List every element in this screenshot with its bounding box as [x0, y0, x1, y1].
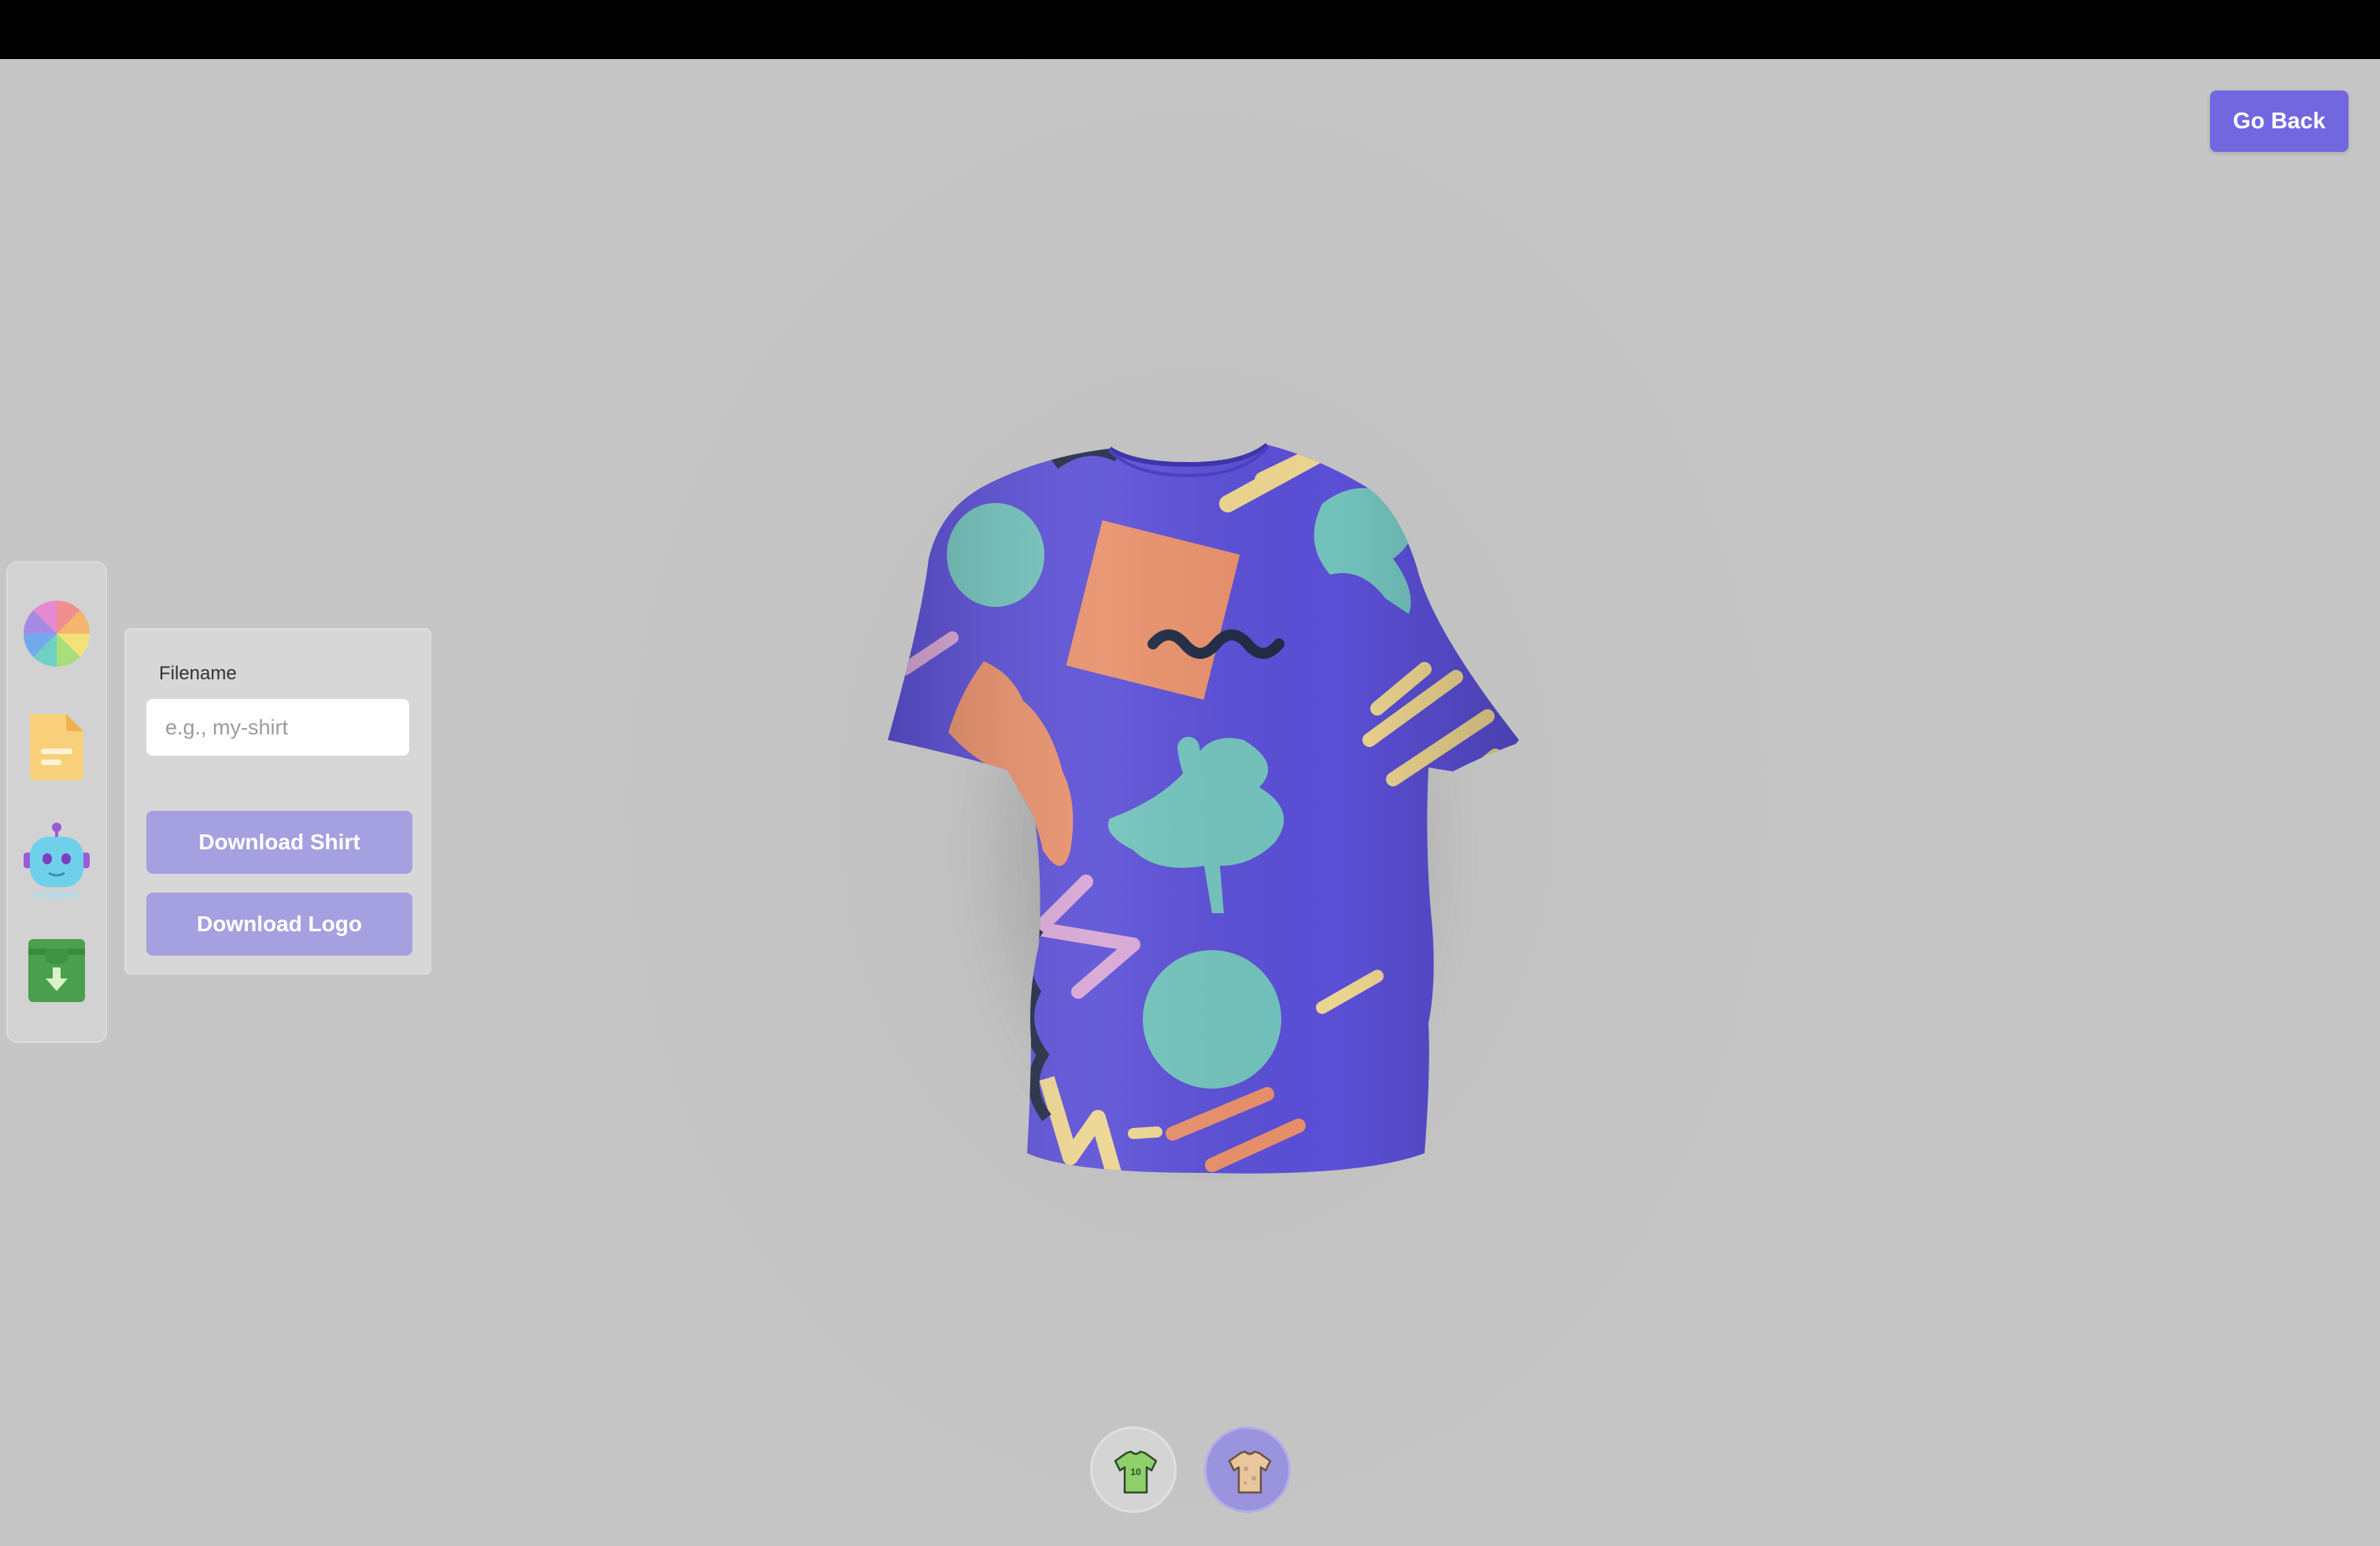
download-box-icon	[28, 939, 85, 1002]
filename-label: Filename	[159, 663, 237, 684]
tab-color-picker[interactable]	[22, 596, 91, 671]
tab-download[interactable]	[22, 931, 91, 1007]
download-panel: Filename Download Shirt Download Logo	[124, 628, 431, 975]
color-wheel-icon	[23, 601, 90, 667]
tshirt-logo-icon: 10	[1114, 1450, 1158, 1494]
top-bar	[0, 0, 2380, 59]
tab-ai-picker[interactable]	[22, 821, 91, 898]
editor-tabs	[6, 561, 107, 1043]
filename-input[interactable]	[146, 699, 409, 756]
robot-icon	[24, 823, 90, 898]
tshirt-model[interactable]	[874, 441, 1535, 1189]
tshirt-texture-icon	[1228, 1450, 1272, 1494]
tab-file-picker[interactable]	[22, 708, 91, 783]
filter-full-shirt[interactable]	[1204, 1426, 1291, 1513]
go-back-button[interactable]: Go Back	[2210, 91, 2349, 152]
filter-logo-shirt[interactable]: 10	[1090, 1426, 1177, 1513]
shirt-number-badge: 10	[1130, 1466, 1141, 1478]
download-shirt-button[interactable]: Download Shirt	[146, 811, 412, 874]
file-icon	[30, 714, 83, 780]
download-logo-button[interactable]: Download Logo	[146, 893, 412, 956]
